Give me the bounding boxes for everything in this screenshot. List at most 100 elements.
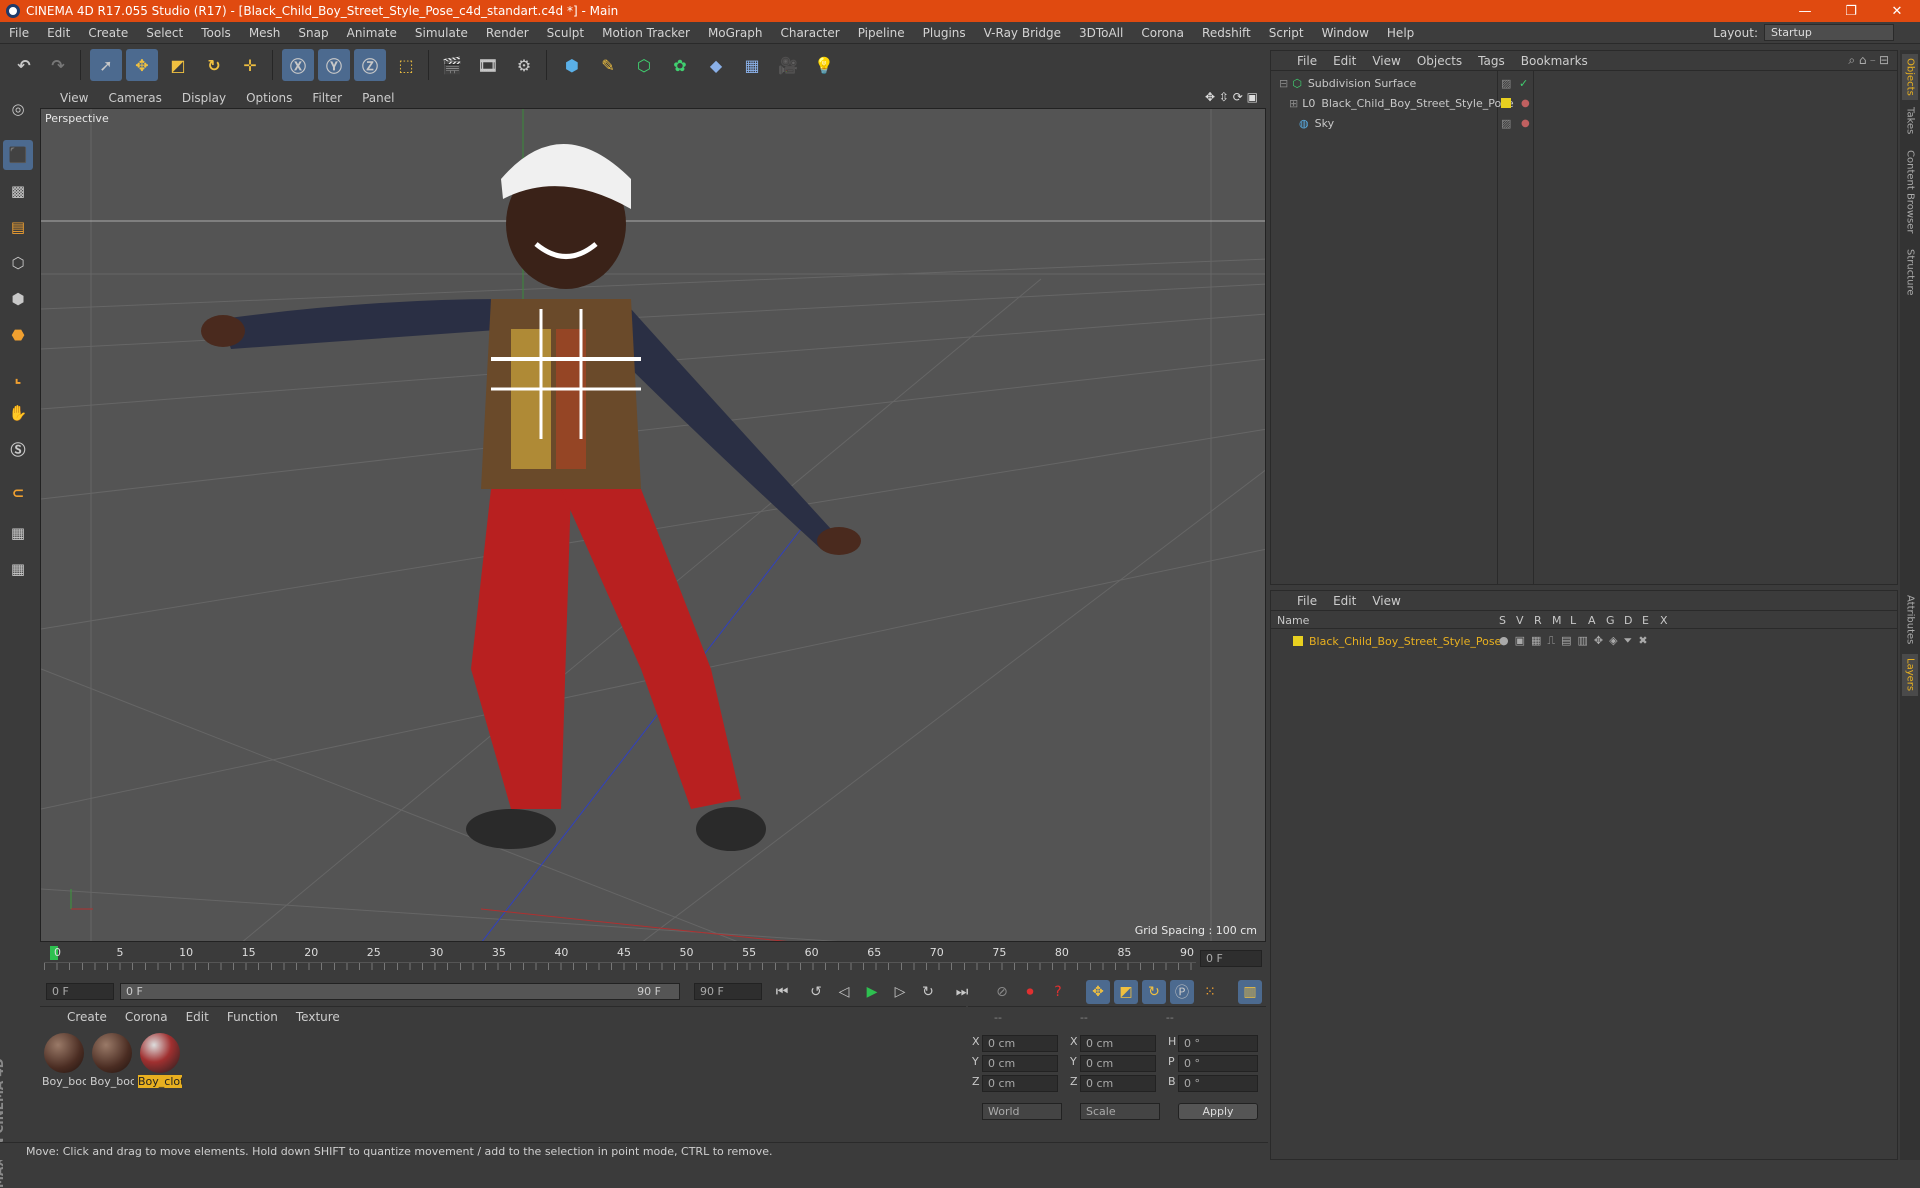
start-frame-field[interactable]: 0 F <box>46 983 114 1000</box>
key-pla-icon[interactable]: ⁙ <box>1198 980 1222 1004</box>
menu-mograph[interactable]: MoGraph <box>699 26 772 40</box>
layer-menu-file[interactable]: File <box>1289 594 1325 608</box>
previous-frame-icon[interactable]: ◁ <box>832 980 856 1004</box>
range-slider[interactable]: 0 F 90 F <box>120 983 680 1000</box>
menu-plugins[interactable]: Plugins <box>914 26 975 40</box>
play-icon[interactable]: ▶ <box>860 980 884 1004</box>
menu-select[interactable]: Select <box>137 26 192 40</box>
enable-check-icon[interactable]: ✓ <box>1519 77 1528 90</box>
obj-menu-bookmarks[interactable]: Bookmarks <box>1513 54 1596 68</box>
menu-tools[interactable]: Tools <box>192 26 240 40</box>
record-keys-icon[interactable]: ⊘ <box>990 980 1014 1004</box>
tweak-mode-icon[interactable]: ✋ <box>3 398 33 428</box>
viewport-menu-cameras[interactable]: Cameras <box>98 91 171 105</box>
planar-workplane-icon[interactable]: ▦ <box>3 554 33 584</box>
menu-sculpt[interactable]: Sculpt <box>538 26 593 40</box>
obj-menu-edit[interactable]: Edit <box>1325 54 1364 68</box>
menu-simulate[interactable]: Simulate <box>406 26 477 40</box>
z-axis-lock-icon[interactable]: Ⓩ <box>354 49 386 81</box>
tab-content-browser[interactable]: Content Browser <box>1902 144 1918 240</box>
select-arrow-icon[interactable]: ➚ <box>90 49 122 81</box>
viewport-menu-panel[interactable]: Panel <box>352 91 404 105</box>
tab-takes[interactable]: Takes <box>1902 104 1918 138</box>
layer-toggle-icon[interactable]: ▨ <box>1501 77 1511 90</box>
next-frame-icon[interactable]: ▷ <box>888 980 912 1004</box>
material-swatch-selected[interactable]: Boy_clot <box>138 1033 182 1088</box>
obj-menu-file[interactable]: File <box>1289 54 1325 68</box>
workplane-icon[interactable]: ▤ <box>3 212 33 242</box>
menu-render[interactable]: Render <box>477 26 538 40</box>
menu-motion-tracker[interactable]: Motion Tracker <box>593 26 699 40</box>
layer-color-swatch[interactable] <box>1501 98 1511 108</box>
minimize-button[interactable]: — <box>1782 0 1828 22</box>
menu-mesh[interactable]: Mesh <box>240 26 290 40</box>
deformer-icon[interactable]: ◆ <box>700 49 732 81</box>
position-x-field[interactable]: 0 cm <box>982 1035 1058 1052</box>
menu-redshift[interactable]: Redshift <box>1193 26 1260 40</box>
size-y-field[interactable]: 0 cm <box>1080 1055 1156 1072</box>
viewport-menu-filter[interactable]: Filter <box>302 91 352 105</box>
menu-edit[interactable]: Edit <box>38 26 79 40</box>
world-dropdown[interactable]: World <box>982 1103 1062 1120</box>
mat-menu-function[interactable]: Function <box>218 1010 287 1024</box>
object-row-subdivision[interactable]: ⊟ ⬡ Subdivision Surface ▨ ✓ <box>1271 73 1897 93</box>
redo-icon[interactable]: ↷ <box>42 49 74 81</box>
visibility-dot-icon[interactable]: ● <box>1521 118 1530 129</box>
menu-corona[interactable]: Corona <box>1132 26 1193 40</box>
layer-flag-icons[interactable]: ●▣▦⎍▤▥✥◈⏷✖ <box>1499 634 1654 648</box>
object-row-sky[interactable]: ◍ Sky ▨ ● <box>1271 113 1897 133</box>
next-key-icon[interactable]: ↻ <box>916 980 940 1004</box>
coordinate-system-icon[interactable]: ⬚ <box>390 49 422 81</box>
texture-mode-icon[interactable]: ▩ <box>3 176 33 206</box>
obj-menu-tags[interactable]: Tags <box>1470 54 1513 68</box>
x-axis-lock-icon[interactable]: Ⓧ <box>282 49 314 81</box>
viewport-menu-view[interactable]: View <box>50 91 98 105</box>
magnet-icon[interactable]: ⊂ <box>3 478 33 508</box>
layer-row[interactable]: Black_Child_Boy_Street_Style_Pose ●▣▦⎍▤▥… <box>1271 631 1897 651</box>
rotate-icon[interactable]: ↻ <box>198 49 230 81</box>
model-mode-icon[interactable]: ⬛ <box>3 140 33 170</box>
search-icon[interactable]: ⌕ ⌂ ⎯ ⊟ <box>1848 53 1889 68</box>
snap-toggle-icon[interactable]: Ⓢ <box>3 434 33 464</box>
floor-icon[interactable]: ▦ <box>736 49 768 81</box>
tab-structure[interactable]: Structure <box>1902 244 1918 300</box>
menu-character[interactable]: Character <box>771 26 848 40</box>
tab-layers[interactable]: Layers <box>1902 654 1918 696</box>
scale-dropdown[interactable]: Scale <box>1080 1103 1160 1120</box>
menu-create[interactable]: Create <box>79 26 137 40</box>
polygons-mode-icon[interactable]: ⬣ <box>3 320 33 350</box>
transform-icon[interactable]: ✛ <box>234 49 266 81</box>
edges-mode-icon[interactable]: ⬢ <box>3 284 33 314</box>
apply-button[interactable]: Apply <box>1178 1103 1258 1120</box>
key-position-icon[interactable]: ✥ <box>1086 980 1110 1004</box>
rotation-b-field[interactable]: 0 ° <box>1178 1075 1258 1092</box>
goto-end-icon[interactable]: ⏭ <box>950 980 974 1004</box>
maximize-button[interactable]: ❐ <box>1828 0 1874 22</box>
render-settings-icon[interactable]: ⚙ <box>508 49 540 81</box>
menu-snap[interactable]: Snap <box>289 26 337 40</box>
end-frame-field[interactable]: 90 F <box>694 983 762 1000</box>
layer-color-swatch[interactable] <box>1293 636 1303 646</box>
render-picture-viewer-icon[interactable]: 🎞 <box>472 49 504 81</box>
perspective-viewport[interactable]: Perspective Grid Spacing : 100 cm <box>40 108 1266 942</box>
spline-pen-icon[interactable]: ✎ <box>592 49 624 81</box>
expand-icon[interactable]: ⊞ <box>1289 97 1298 110</box>
locked-workplane-icon[interactable]: ▦ <box>3 518 33 548</box>
mat-menu-create[interactable]: Create <box>58 1010 116 1024</box>
key-parameter-icon[interactable]: Ⓟ <box>1170 980 1194 1004</box>
key-rotation-icon[interactable]: ↻ <box>1142 980 1166 1004</box>
camera-icon[interactable]: 🎥 <box>772 49 804 81</box>
points-mode-icon[interactable]: ⬡ <box>3 248 33 278</box>
position-y-field[interactable]: 0 cm <box>982 1055 1058 1072</box>
layer-toggle-icon[interactable]: ▨ <box>1501 117 1511 130</box>
light-icon[interactable]: 💡 <box>808 49 840 81</box>
menu-window[interactable]: Window <box>1313 26 1378 40</box>
expand-icon[interactable]: ⊟ <box>1279 77 1288 90</box>
material-swatch[interactable]: Boy_boc <box>90 1033 134 1088</box>
layer-menu-view[interactable]: View <box>1364 594 1408 608</box>
object-row-child[interactable]: ⊞ L0 Black_Child_Boy_Street_Style_Pose ● <box>1271 93 1897 113</box>
keyframe-selection-icon[interactable]: ? <box>1046 980 1070 1004</box>
key-scale-icon[interactable]: ◩ <box>1114 980 1138 1004</box>
menu-pipeline[interactable]: Pipeline <box>849 26 914 40</box>
viewport-menu-options[interactable]: Options <box>236 91 302 105</box>
